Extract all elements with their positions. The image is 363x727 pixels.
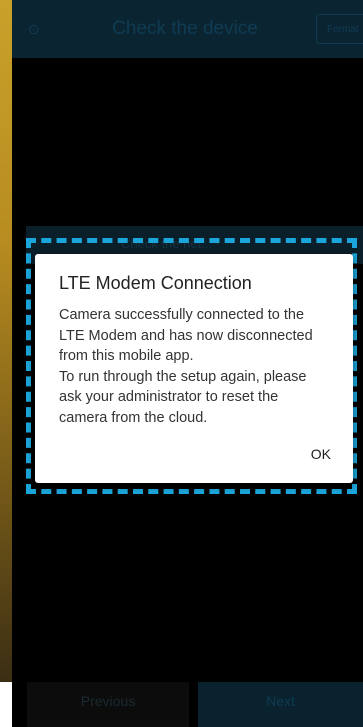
next-button[interactable]: Next	[198, 682, 363, 727]
dialog-message-line: To run through the setup again, please	[59, 368, 307, 385]
dialog-message-line: from this mobile app.	[59, 348, 194, 364]
decorative-gold-edge	[0, 0, 12, 682]
ok-button[interactable]: OK	[307, 444, 335, 464]
circle-back-icon[interactable]: ⊙	[28, 22, 42, 36]
dialog-message-line: ask your administrator to reset the	[59, 389, 279, 405]
dialog-message-line: camera from the cloud.	[59, 409, 208, 426]
page-title: Check the device	[112, 18, 258, 39]
dialog-title: LTE Modem Connection	[59, 273, 252, 293]
previous-button[interactable]: Previous	[27, 682, 189, 727]
format-button[interactable]: Format	[316, 14, 363, 44]
lte-modem-dialog: LTE Modem Connection Camera successfully…	[35, 254, 353, 483]
dialog-message-line: LTE Modem and has now disconnected	[59, 327, 313, 344]
dialog-message-line: Camera successfully connected to the	[59, 307, 305, 323]
app-frame: ⊙ Check the device Format Check the net.…	[0, 0, 363, 727]
dialog-message: Camera successfully connected to the LTE…	[59, 305, 341, 428]
page-margin	[0, 682, 12, 727]
